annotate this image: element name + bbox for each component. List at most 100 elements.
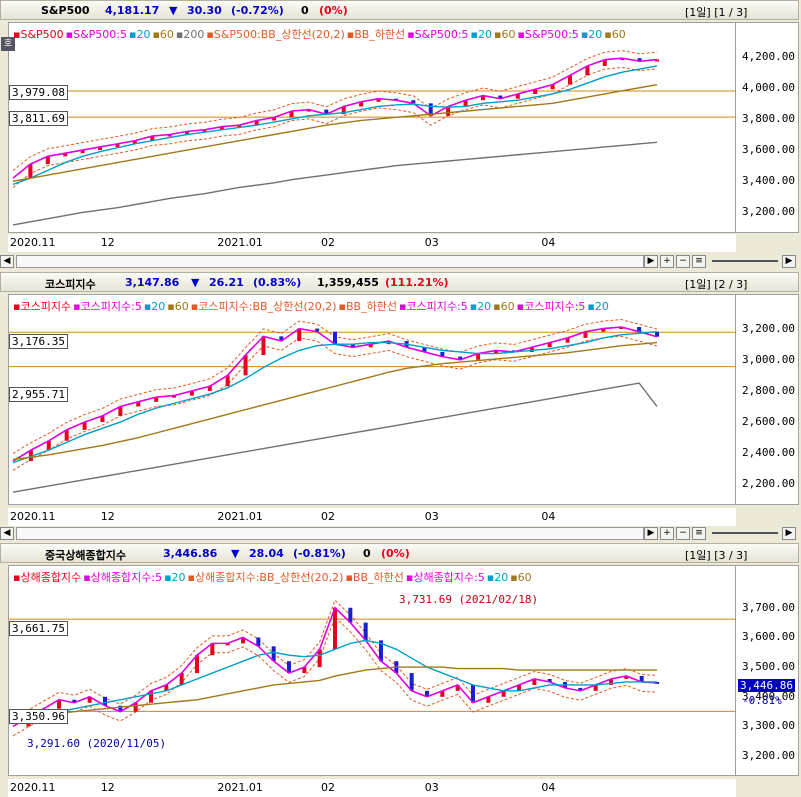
y-tick-label: 3,700.00	[742, 600, 795, 614]
zoom-reset-icon[interactable]: ≡	[692, 255, 706, 268]
x-tick-label: 2020.11	[10, 510, 56, 523]
zoom-step-icon[interactable]: ▶	[782, 527, 796, 540]
scroll-left-icon[interactable]: ◀	[0, 255, 14, 268]
volume-pct: (0%)	[319, 4, 348, 17]
volume: 0	[301, 4, 309, 17]
annotation-high: 3,731.69 (2021/02/18)	[399, 593, 539, 606]
x-tick-label: 2021.01	[217, 510, 263, 523]
bb-lower-line	[12, 335, 658, 471]
x-tick-label: 02	[321, 510, 336, 523]
chart-canvas	[9, 50, 737, 226]
x-tick-label: 03	[424, 781, 439, 794]
index-name: 코스피지수	[45, 278, 96, 291]
horizontal-line-label: 3,176.35	[9, 334, 68, 349]
horizontal-line-label: 3,661.75	[9, 621, 68, 636]
series-line-60	[12, 341, 658, 461]
down-arrow-icon: ▼	[191, 276, 200, 289]
index-price: 3,147.86	[125, 276, 180, 289]
candle	[243, 355, 248, 376]
panel-shanghai: 중국상해종합지수 3,446.86 ▼ 28.04 (-0.81%) 0 (0%…	[0, 543, 801, 797]
scroll-right-icon[interactable]: ▶	[644, 527, 658, 540]
y-tick-label: 3,600.00	[742, 630, 795, 644]
horizontal-line-label: 3,350.96	[9, 709, 68, 724]
y-tick-label: 2,400.00	[742, 446, 795, 460]
y-tick-label: 3,000.00	[742, 352, 795, 366]
chart-plot[interactable]: ▪코스피지수 ▪코스피지수:5 ▪20 ▪60 ▪코스피지수:BB_상한선(20,2) ▪…	[8, 294, 737, 505]
series-line-200	[12, 382, 658, 493]
x-axis: 2020.11 12 2021.01 02 03 04	[8, 234, 736, 252]
zoom-out-icon[interactable]: −	[676, 527, 690, 540]
index-change: 28.04	[249, 547, 284, 560]
y-tick-label: 3,800.00	[742, 111, 795, 125]
panel-page-tag[interactable]: [1일] [1 / 3]	[685, 4, 747, 20]
zoom-in-icon[interactable]: +	[660, 527, 674, 540]
x-tick-label: 04	[541, 510, 556, 523]
x-tick-label: 12	[100, 781, 115, 794]
annotation-low: 3,291.60 (2020/11/05)	[27, 737, 167, 750]
x-tick-label: 03	[424, 510, 439, 523]
panel-sp500: S&P500 4,181.17 ▼ 30.30 (-0.72%) 0 (0%) …	[0, 0, 801, 270]
x-tick-label: 12	[100, 510, 115, 523]
y-tick-label: 2,600.00	[742, 415, 795, 429]
zoom-reset-icon[interactable]: ≡	[692, 527, 706, 540]
y-tick-label: 3,500.00	[742, 660, 795, 674]
down-arrow-icon: ▼	[231, 547, 240, 560]
index-price: 3,446.86	[163, 547, 218, 560]
index-name: S&P500	[41, 4, 90, 17]
zoom-slider[interactable]	[712, 532, 778, 534]
scroll-left-icon[interactable]: ◀	[0, 527, 14, 540]
y-axis: 3,446.86 -0.81% 3,700.00 3,600.00 3,500.00…	[736, 565, 799, 776]
y-tick-label: 3,600.00	[742, 143, 795, 157]
scroll-bar[interactable]: ◀ ▶ + − ≡ ▶	[0, 527, 801, 542]
x-axis: 2020.11 12 2021.01 02 03 04	[8, 779, 736, 797]
y-tick-label: 3,200.00	[742, 205, 795, 219]
scroll-track[interactable]	[16, 527, 644, 540]
scroll-track[interactable]	[16, 255, 644, 268]
x-tick-label: 2020.11	[10, 781, 56, 794]
y-tick-label: 4,200.00	[742, 49, 795, 63]
panel-header: 코스피지수 3,147.86 ▼ 26.21 (0.83%) 1,359,455…	[0, 272, 799, 292]
zoom-step-icon[interactable]: ▶	[782, 255, 796, 268]
y-tick-label: 4,000.00	[742, 80, 795, 94]
candle	[333, 607, 337, 650]
y-tick-label: 3,200.00	[742, 749, 795, 763]
series-line-ma5	[12, 57, 658, 179]
panel-page-tag[interactable]: [1일] [2 / 3]	[685, 276, 747, 292]
zoom-slider[interactable]	[712, 260, 778, 262]
zoom-out-icon[interactable]: −	[676, 255, 690, 268]
x-tick-label: 03	[424, 236, 439, 249]
horizontal-line-label: 3,811.69	[9, 111, 68, 126]
bb-lower-line	[12, 66, 658, 188]
series-line-60	[12, 666, 657, 719]
volume-pct: (111.21%)	[385, 276, 449, 289]
chart-plot[interactable]: ▪상해종합지수 ▪상해종합지수:5 ▪20 ▪상해종합지수:BB_상한선(20,2) ▪…	[8, 565, 737, 776]
index-change-pct: (-0.72%)	[231, 4, 284, 17]
chart-plot[interactable]: 호 ▪S&P500 ▪S&P500:5 ▪20 ▪60 ▪200 ▪S&P500:BB_상…	[1, 22, 737, 233]
volume-pct: (0%)	[381, 547, 410, 560]
scroll-right-icon[interactable]: ▶	[644, 255, 658, 268]
index-change: 30.30	[187, 4, 222, 17]
panel-header: S&P500 4,181.17 ▼ 30.30 (-0.72%) 0 (0%) …	[0, 0, 799, 20]
index-name: 중국상해종합지수	[45, 549, 126, 562]
x-tick-label: 12	[100, 236, 115, 249]
horizontal-line-label: 3,979.08	[9, 85, 68, 100]
y-tick-label: 3,400.00	[742, 689, 795, 703]
series-line-60	[12, 83, 658, 182]
horizontal-line-label: 2,955.71	[9, 387, 68, 402]
series-line-20	[12, 65, 658, 186]
x-tick-label: 02	[321, 781, 336, 794]
scroll-bar[interactable]: ◀ ▶ + − ≡ ▶	[0, 255, 801, 270]
y-axis: 3,200.00 3,000.00 2,800.00 2,600.00 2,400.00…	[736, 294, 799, 505]
zoom-in-icon[interactable]: +	[660, 255, 674, 268]
panel-header: 중국상해종합지수 3,446.86 ▼ 28.04 (-0.81%) 0 (0%…	[0, 543, 799, 563]
down-arrow-icon: ▼	[169, 4, 178, 17]
panel-page-tag[interactable]: [1일] [3 / 3]	[685, 547, 747, 563]
x-tick-label: 04	[541, 781, 556, 794]
chart-canvas	[9, 319, 737, 493]
x-tick-label: 2021.01	[217, 236, 263, 249]
index-change-pct: (0.83%)	[253, 276, 302, 289]
series-line-200	[12, 141, 658, 226]
x-tick-label: 2021.01	[217, 781, 263, 794]
y-tick-label: 2,200.00	[742, 477, 795, 491]
index-change-pct: (-0.81%)	[293, 547, 346, 560]
